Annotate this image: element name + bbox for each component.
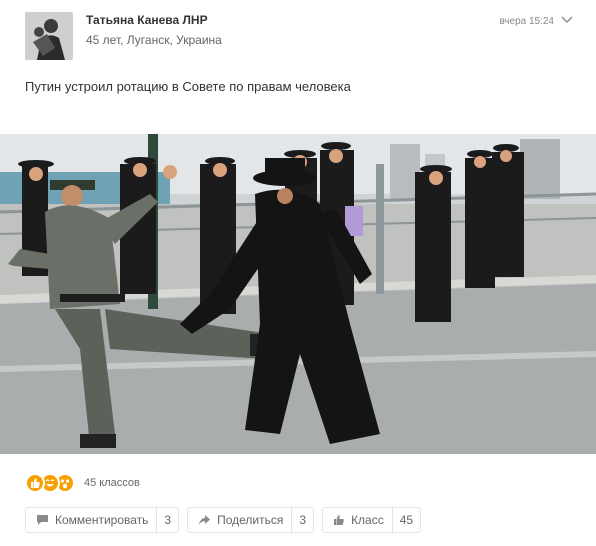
post-photo[interactable] <box>0 134 596 454</box>
share-icon <box>199 515 211 525</box>
reactions-count[interactable]: 45 классов <box>84 477 140 489</box>
post-timestamp: вчера 15:24 <box>499 16 554 27</box>
share-button[interactable]: Поделиться 3 <box>187 507 315 533</box>
thumbs-up-emoji-icon <box>25 473 45 493</box>
reactions-summary[interactable]: 45 классов <box>25 472 140 494</box>
chevron-down-icon[interactable] <box>560 13 574 27</box>
author-name[interactable]: Татьяна Канева ЛНР <box>86 13 208 27</box>
share-label: Поделиться <box>217 513 284 527</box>
comment-count: 3 <box>156 508 178 532</box>
like-count: 45 <box>391 508 420 532</box>
share-count: 3 <box>291 508 313 532</box>
thumbs-up-icon <box>334 515 344 525</box>
author-meta: 45 лет, Луганск, Украина <box>86 33 222 47</box>
comment-button[interactable]: Комментировать 3 <box>25 507 180 533</box>
like-label: Класс <box>351 513 384 527</box>
post-text: Путин устроил ротацию в Совете по правам… <box>25 79 351 94</box>
like-button[interactable]: Класс 45 <box>322 507 422 533</box>
post-action-bar: Комментировать 3 Поделиться 3 Класс 45 <box>25 507 429 533</box>
avatar[interactable] <box>25 12 73 60</box>
comment-icon <box>37 515 48 525</box>
comment-label: Комментировать <box>55 513 149 527</box>
feed-post: Татьяна Канева ЛНР 45 лет, Луганск, Укра… <box>0 0 596 546</box>
